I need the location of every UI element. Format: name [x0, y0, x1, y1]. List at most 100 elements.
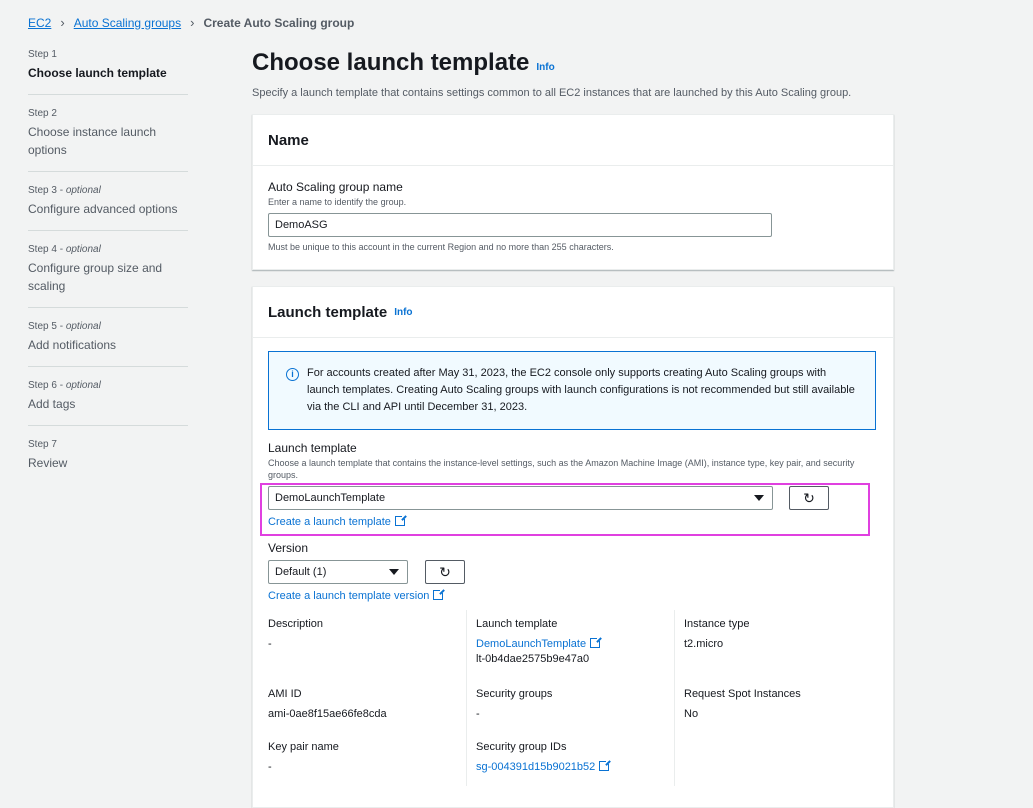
alert-text: For accounts created after May 31, 2023,…	[307, 367, 855, 413]
select-value: Default (1)	[275, 566, 327, 578]
launch-template-description: Choose a launch template that contains t…	[268, 458, 855, 480]
detail-instance-type: Instance type t2.micro	[684, 618, 749, 650]
chevron-right-icon: ›	[60, 15, 65, 30]
chevron-right-icon: ›	[190, 15, 195, 30]
detail-key: Request Spot Instances	[684, 688, 801, 700]
panel-body: i For accounts created after May 31, 202…	[253, 338, 893, 444]
info-icon: i	[286, 368, 299, 381]
step-title: Add tags	[28, 397, 76, 411]
step-7[interactable]: Step 7 Review	[28, 438, 188, 484]
launch-template-label: Launch template	[268, 441, 357, 455]
page-title: Choose launch template Info	[252, 48, 892, 83]
detail-value: t2.micro	[684, 638, 724, 650]
detail-spot-instances: Request Spot Instances No	[684, 688, 801, 720]
step-title: Review	[28, 456, 68, 470]
create-version-text: Create a launch template version	[268, 590, 430, 602]
detail-key: Security groups	[476, 688, 553, 700]
step-number: Step 6 - optional	[28, 380, 101, 391]
panel-body: Auto Scaling group name Enter a name to …	[253, 166, 893, 266]
panel-heading: Name	[268, 131, 309, 149]
launch-template-panel: Launch template Info i For accounts crea…	[252, 286, 894, 808]
step-3[interactable]: Step 3 - optional Configure advanced opt…	[28, 184, 188, 231]
select-value: DemoLaunchTemplate	[275, 492, 386, 504]
detail-key: Security group IDs	[476, 741, 567, 753]
detail-ami-id: AMI ID ami-0ae8f15ae66fe8cda	[268, 688, 387, 720]
breadcrumb-current: Create Auto Scaling group	[203, 15, 355, 30]
breadcrumb-ec2-link[interactable]: EC2	[28, 16, 51, 30]
detail-lt-link[interactable]: DemoLaunchTemplate	[476, 636, 603, 650]
refresh-launch-templates-button[interactable]: ↻	[789, 486, 829, 510]
detail-key: Instance type	[684, 618, 750, 630]
step-number: Step 5 - optional	[28, 321, 101, 332]
page-description: Specify a launch template that contains …	[252, 87, 852, 99]
step-title: Choose instance launch options	[28, 125, 157, 157]
panel-heading: Launch template	[268, 303, 388, 321]
panel-header: Name	[253, 115, 893, 166]
create-launch-template-text: Create a launch template	[268, 516, 391, 528]
version-select[interactable]: Default (1)	[268, 560, 408, 584]
version-label: Version	[268, 541, 309, 555]
asg-name-input[interactable]: DemoASG	[268, 213, 772, 237]
step-title: Configure group size and scaling	[28, 261, 163, 293]
detail-key: Description	[268, 618, 324, 630]
detail-description: Description -	[268, 618, 323, 650]
create-version-link[interactable]: Create a launch template version	[268, 588, 446, 602]
page-title-text: Choose launch template	[252, 49, 530, 76]
detail-sg-link-text: sg-004391d15b9021b52	[476, 761, 596, 773]
step-number: Step 3 - optional	[28, 185, 101, 196]
detail-value: -	[268, 638, 272, 650]
refresh-icon: ↻	[803, 489, 815, 506]
step-number: Step 2	[28, 108, 57, 119]
refresh-versions-button[interactable]: ↻	[425, 560, 465, 584]
name-panel: Name Auto Scaling group name Enter a nam…	[252, 114, 894, 270]
column-divider	[466, 610, 467, 786]
step-6[interactable]: Step 6 - optional Add tags	[28, 379, 188, 426]
asg-name-label: Auto Scaling group name	[268, 180, 403, 194]
step-5[interactable]: Step 5 - optional Add notifications	[28, 320, 188, 367]
step-title: Choose launch template	[28, 66, 167, 80]
step-number: Step 1	[28, 49, 57, 60]
step-1: Step 1 Choose launch template	[28, 48, 188, 95]
external-link-icon	[590, 636, 603, 648]
refresh-icon: ↻	[439, 563, 451, 580]
detail-value: ami-0ae8f15ae66fe8cda	[268, 708, 387, 720]
wizard-steps: Step 1 Choose launch template Step 2 Cho…	[28, 48, 188, 496]
detail-key: Key pair name	[268, 741, 339, 753]
detail-launch-template: Launch template DemoLaunchTemplate lt-0b…	[476, 618, 603, 665]
info-link[interactable]: Info	[394, 307, 412, 318]
info-alert: i For accounts created after May 31, 202…	[268, 351, 876, 430]
column-divider	[674, 610, 675, 786]
detail-lt-link-text: DemoLaunchTemplate	[476, 638, 587, 650]
asg-name-constraint: Must be unique to this account in the cu…	[268, 242, 614, 252]
panel-header: Launch template Info	[253, 287, 893, 338]
external-link-icon	[433, 588, 446, 600]
launch-template-select[interactable]: DemoLaunchTemplate	[268, 486, 773, 510]
step-number: Step 4 - optional	[28, 244, 101, 255]
asg-name-description: Enter a name to identify the group.	[268, 197, 407, 207]
launch-template-field: Launch template Choose a launch template…	[268, 441, 868, 481]
main-content: Choose launch template Info Specify a la…	[252, 48, 894, 808]
detail-value: -	[476, 708, 480, 720]
external-link-icon	[394, 514, 407, 526]
breadcrumb-asg-link[interactable]: Auto Scaling groups	[74, 16, 181, 30]
detail-key-pair: Key pair name -	[268, 741, 339, 773]
detail-security-group-ids: Security group IDs sg-004391d15b9021b52	[476, 741, 612, 773]
detail-key: Launch template	[476, 618, 558, 630]
breadcrumb: EC2 › Auto Scaling groups › Create Auto …	[28, 15, 354, 30]
detail-value: No	[684, 708, 699, 720]
external-link-icon	[599, 759, 612, 771]
info-link[interactable]: Info	[536, 53, 554, 83]
step-number: Step 7	[28, 439, 57, 450]
detail-sg-link[interactable]: sg-004391d15b9021b52	[476, 759, 612, 773]
caret-down-icon	[754, 495, 764, 501]
step-title: Add notifications	[28, 338, 117, 352]
detail-security-groups: Security groups -	[476, 688, 552, 720]
step-4[interactable]: Step 4 - optional Configure group size a…	[28, 243, 188, 308]
detail-value: -	[268, 761, 272, 773]
detail-lt-id: lt-0b4dae2575b9e47a0	[476, 653, 590, 665]
caret-down-icon	[389, 569, 399, 575]
step-2[interactable]: Step 2 Choose instance launch options	[28, 107, 188, 172]
detail-key: AMI ID	[268, 688, 302, 700]
create-launch-template-link[interactable]: Create a launch template	[268, 514, 407, 528]
step-title: Configure advanced options	[28, 202, 178, 216]
